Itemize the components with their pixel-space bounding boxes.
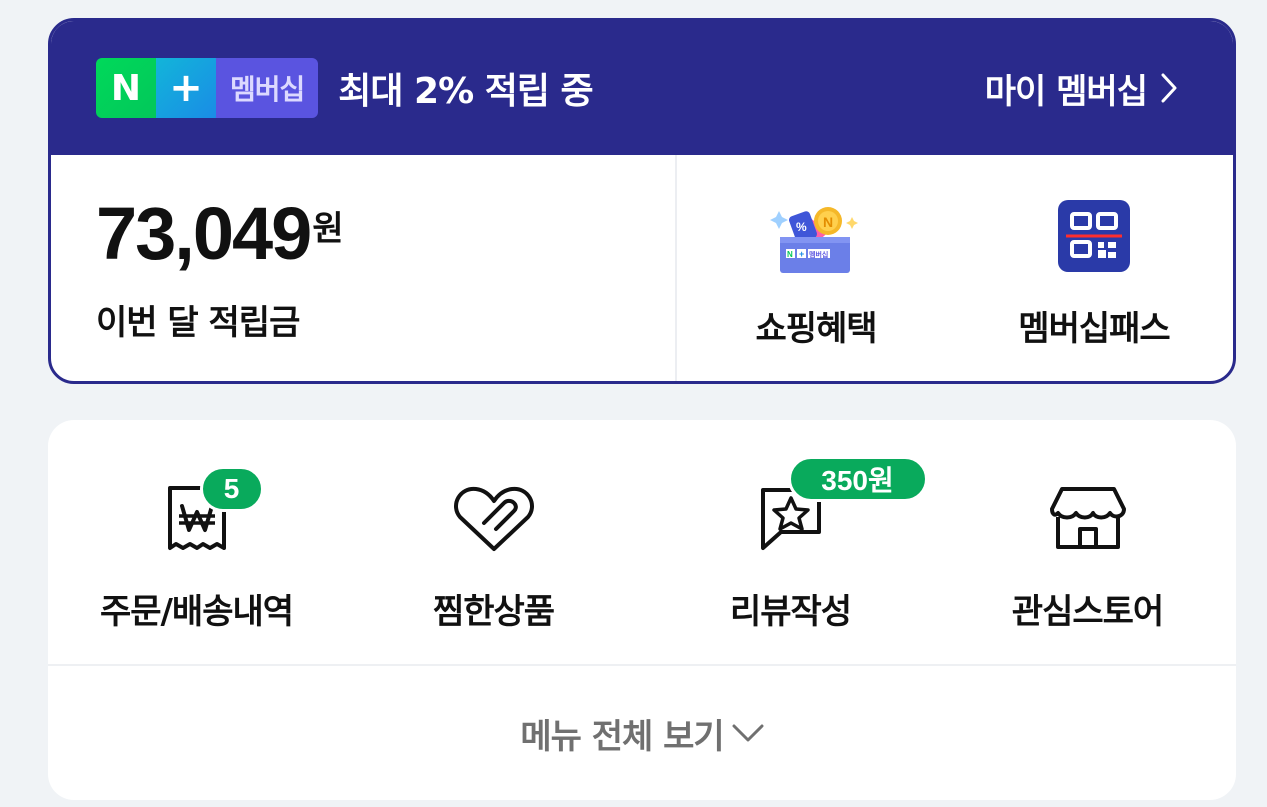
shopping-benefit-button[interactable]: % N N + 멤버십 쇼핑혜택 — [677, 155, 955, 381]
write-review-button[interactable]: 350원 리뷰작성 — [642, 420, 939, 664]
membership-header: N + 멤버십 최대 2% 적립 중 마이 멤버십 — [51, 21, 1233, 155]
svg-text:멤버십: 멤버십 — [809, 250, 828, 259]
svg-text:N: N — [787, 250, 793, 259]
svg-text:%: % — [796, 220, 807, 234]
chevron-right-icon — [1161, 73, 1177, 103]
naver-plus-membership-badge: N + 멤버십 — [96, 58, 319, 118]
order-count-badge: 5 — [199, 466, 264, 512]
shopping-benefit-label: 쇼핑혜택 — [755, 309, 877, 349]
favorite-stores-label: 관심스토어 — [1011, 592, 1164, 632]
write-review-label: 리뷰작성 — [729, 592, 852, 632]
badge-n: N — [96, 58, 156, 118]
shopping-benefit-icon: % N N + 멤버십 — [766, 191, 866, 281]
view-all-menu-button[interactable]: 메뉴 전체 보기 — [48, 666, 1236, 800]
badge-text: 멤버십 — [216, 58, 319, 118]
chevron-down-icon — [732, 724, 764, 742]
points-value: 73,049 — [96, 192, 312, 275]
badge-plus: + — [156, 58, 216, 118]
max-reward-text: 최대 2% 적립 중 — [338, 71, 593, 112]
membership-pass-button[interactable]: 멤버십패스 — [955, 155, 1233, 381]
heart-icon — [449, 478, 539, 558]
receipt-won-icon: 5 — [152, 466, 264, 558]
points-label: 이번 달 적립금 — [96, 303, 300, 343]
membership-card: N + 멤버십 최대 2% 적립 중 마이 멤버십 73,049 원 이번 달 … — [48, 18, 1236, 384]
points-unit: 원 — [312, 209, 344, 249]
monthly-points[interactable]: 73,049 원 이번 달 적립금 — [51, 155, 677, 381]
order-delivery-button[interactable]: 5 주문/배송내역 — [48, 420, 345, 664]
order-delivery-label: 주문/배송내역 — [99, 592, 294, 632]
qr-code-icon — [1044, 191, 1144, 281]
my-membership-link[interactable]: 마이 멤버십 — [985, 64, 1177, 113]
review-star-icon: 350원 — [746, 456, 928, 558]
store-icon — [1043, 478, 1133, 558]
wishlist-label: 찜한상품 — [432, 592, 555, 632]
favorite-stores-button[interactable]: 관심스토어 — [939, 420, 1236, 664]
view-all-menu-label: 메뉴 전체 보기 — [520, 716, 724, 757]
shopping-menu-card: 5 주문/배송내역 찜한상품 350원 리뷰작성 관심스토어 메뉴 전체 보기 — [48, 420, 1236, 800]
my-membership-label: 마이 멤버십 — [984, 71, 1148, 112]
svg-text:+: + — [799, 249, 804, 259]
svg-text:N: N — [823, 214, 833, 230]
membership-pass-label: 멤버십패스 — [1018, 309, 1170, 349]
review-reward-badge: 350원 — [787, 456, 928, 502]
wishlist-button[interactable]: 찜한상품 — [345, 420, 642, 664]
